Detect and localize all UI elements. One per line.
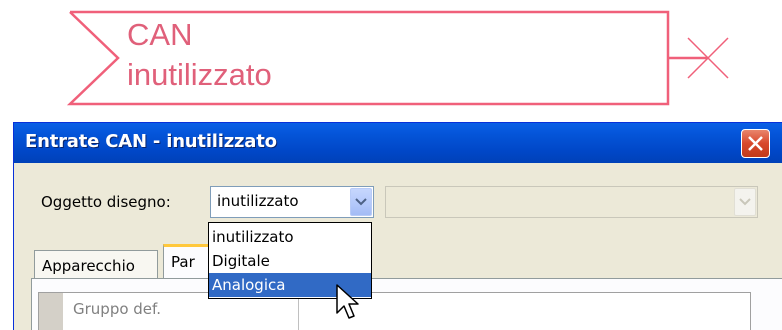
object-select-dropdown-button[interactable]: [350, 188, 372, 216]
can-label: CAN: [127, 17, 193, 52]
can-status-label: inutilizzato: [127, 57, 272, 92]
dialog-titlebar[interactable]: Entrate CAN - inutilizzato: [14, 123, 782, 163]
secondary-select-dropdown-button[interactable]: [734, 188, 756, 216]
chevron-down-icon-disabled: [739, 198, 751, 206]
grid-row-header: [39, 293, 63, 330]
can-block-shape: [66, 10, 729, 106]
tab-parametri-label: Par: [171, 253, 195, 271]
object-label: Oggetto disegno:: [41, 193, 171, 211]
close-x-icon: [748, 136, 763, 151]
can-block-diagram: CAN inutilizzato: [0, 0, 782, 110]
arrow-pointer-icon: [336, 284, 359, 319]
chevron-down-icon: [355, 198, 367, 206]
dialog-title: Entrate CAN - inutilizzato: [25, 131, 277, 152]
parameter-grid: Gruppo def.: [38, 292, 751, 330]
tab-apparecchio[interactable]: Apparecchio: [34, 250, 158, 280]
can-inputs-dialog: Entrate CAN - inutilizzato Oggetto diseg…: [13, 122, 782, 330]
option-inutilizzato[interactable]: inutilizzato: [209, 225, 371, 249]
option-digitale[interactable]: Digitale: [209, 249, 371, 273]
grid-cell-gruppo-text: Gruppo def.: [73, 300, 161, 318]
object-select[interactable]: inutilizzato: [210, 186, 374, 218]
close-button[interactable]: [741, 129, 770, 158]
secondary-select[interactable]: [385, 186, 758, 218]
object-select-value: inutilizzato: [217, 192, 299, 210]
tab-apparecchio-label: Apparecchio: [42, 257, 135, 275]
